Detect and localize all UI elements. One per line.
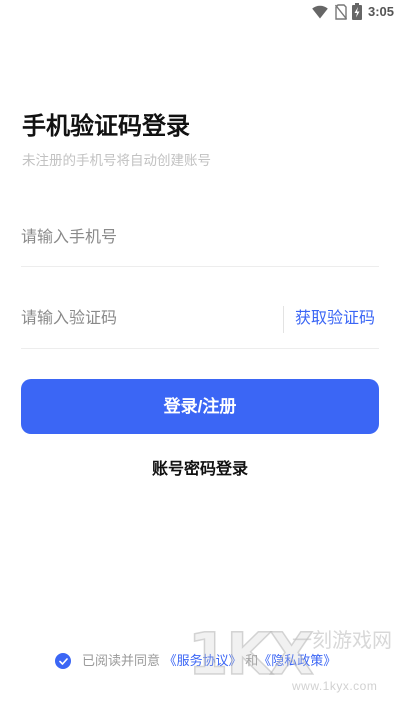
battery-charging-icon	[352, 3, 362, 20]
check-icon	[59, 658, 68, 665]
page-title: 手机验证码登录	[22, 113, 190, 140]
phone-underline	[21, 266, 379, 267]
service-agreement-link[interactable]: 《服务协议》	[164, 653, 242, 668]
page-subtitle: 未注册的手机号将自动创建账号	[22, 153, 211, 168]
get-code-button[interactable]: 获取验证码	[295, 299, 375, 339]
agreement-conjunction: 和	[245, 653, 259, 668]
no-sim-icon	[335, 4, 347, 20]
agreement-checkbox[interactable]	[55, 653, 71, 669]
phone-input[interactable]	[21, 218, 379, 258]
watermark-site-name: 一刻游戏网	[292, 630, 392, 652]
code-divider	[283, 306, 284, 333]
wifi-icon	[312, 5, 328, 19]
status-time: 3:05	[368, 4, 395, 19]
login-register-button[interactable]: 登录/注册	[21, 379, 379, 434]
code-underline	[21, 348, 379, 349]
password-login-link[interactable]: 账号密码登录	[100, 458, 300, 482]
agreement-prefix: 已阅读并同意	[82, 653, 161, 668]
watermark-url: www.1kyx.com	[292, 679, 378, 693]
verification-code-input[interactable]	[21, 299, 276, 339]
agreement-text: 已阅读并同意 《服务协议》 和《隐私政策》	[82, 652, 336, 670]
privacy-policy-link[interactable]: 《隐私政策》	[258, 653, 336, 668]
